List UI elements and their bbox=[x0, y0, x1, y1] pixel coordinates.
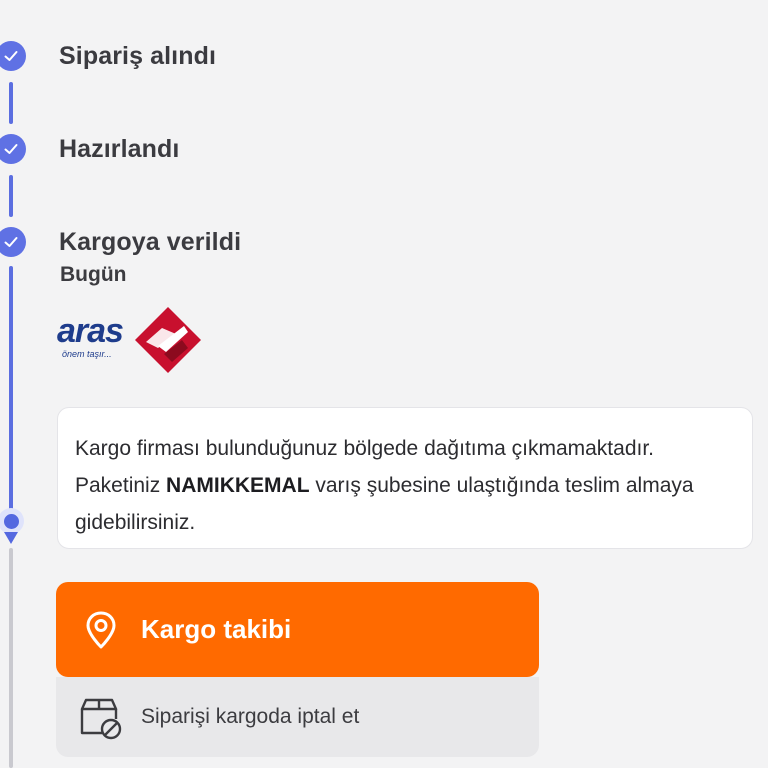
cargo-tracking-button[interactable]: Kargo takibi bbox=[56, 582, 539, 677]
logo-wordmark: aras bbox=[57, 312, 123, 350]
step-title-shipped: Kargoya verildi bbox=[59, 228, 242, 256]
step-title-prepared: Hazırlandı bbox=[59, 135, 180, 163]
logo-slogan: önem taşır... bbox=[62, 349, 112, 359]
cancel-in-cargo-label: Siparişi kargoda iptal et bbox=[141, 705, 360, 728]
cargo-tracking-label: Kargo takibi bbox=[141, 614, 292, 644]
cancel-in-cargo-button[interactable]: Siparişi kargoda iptal et bbox=[56, 677, 539, 757]
delivery-info-card: Kargo firması bulunduğunuz bölgede dağıt… bbox=[57, 407, 753, 549]
branch-name: NAMIKKEMAL bbox=[166, 474, 310, 497]
timeline-connector bbox=[9, 82, 13, 124]
current-step-marker-icon bbox=[0, 508, 24, 534]
check-icon bbox=[0, 227, 26, 257]
timeline-connector bbox=[9, 266, 13, 510]
step-date: Bugün bbox=[60, 263, 127, 286]
check-icon bbox=[0, 41, 26, 71]
location-pin-icon bbox=[86, 611, 116, 648]
shipment-status-page: Sipariş alındı Hazırlandı Kargoya verild… bbox=[0, 0, 768, 768]
current-step-pointer bbox=[4, 532, 18, 544]
timeline-connector-pending bbox=[9, 548, 13, 768]
check-icon bbox=[0, 134, 26, 164]
step-title-order-received: Sipariş alındı bbox=[59, 42, 217, 70]
timeline-connector bbox=[9, 175, 13, 217]
carrier-logo: aras önem taşır... bbox=[56, 305, 206, 377]
box-cancel-icon bbox=[80, 698, 122, 740]
